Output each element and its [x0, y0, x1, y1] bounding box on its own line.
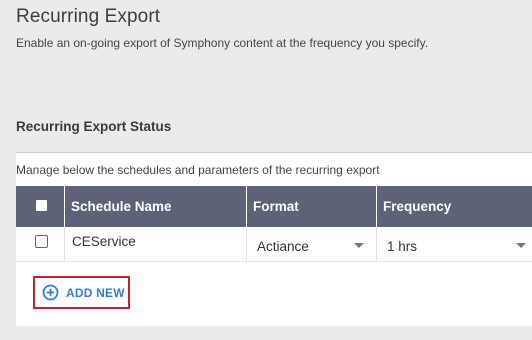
- schedule-name: CEService: [72, 234, 136, 249]
- status-description: Manage below the schedules and parameter…: [16, 163, 380, 177]
- status-section-title: Recurring Export Status: [16, 119, 172, 134]
- column-header-schedule-name[interactable]: Schedule Name: [64, 186, 246, 227]
- schedule-name-cell: CEService: [64, 227, 246, 261]
- frequency-value: 1 hrs: [387, 239, 418, 254]
- row-checkbox[interactable]: [35, 235, 48, 248]
- column-header-frequency[interactable]: Frequency: [376, 186, 532, 227]
- column-header-format[interactable]: Format: [246, 186, 376, 227]
- frequency-select[interactable]: 1 hrs: [376, 227, 532, 261]
- chevron-down-icon: [354, 243, 364, 248]
- chevron-down-icon: [516, 243, 526, 248]
- plus-circle-icon: [42, 284, 59, 301]
- status-panel: Manage below the schedules and parameter…: [16, 152, 532, 326]
- recurring-export-page: Recurring Export Enable an on-going expo…: [0, 0, 532, 340]
- format-value: Actiance: [257, 239, 309, 254]
- table-header: Schedule Name Format Frequency: [16, 186, 532, 227]
- select-all-checkbox[interactable]: [36, 200, 47, 211]
- add-new-button[interactable]: ADD NEW: [33, 276, 130, 309]
- format-select[interactable]: Actiance: [246, 227, 376, 261]
- page-title: Recurring Export: [16, 6, 161, 27]
- table-row: CEService Actiance 1 hrs: [16, 227, 532, 262]
- add-new-label: ADD NEW: [66, 286, 125, 300]
- page-subtitle: Enable an on-going export of Symphony co…: [16, 36, 429, 50]
